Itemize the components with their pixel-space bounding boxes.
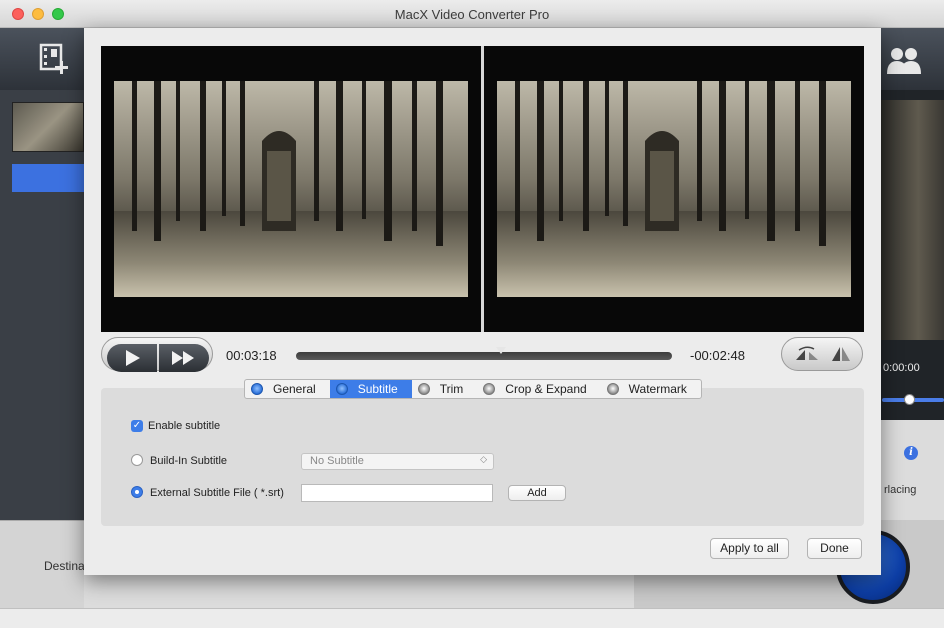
- builtin-subtitle-label: Build-In Subtitle: [150, 455, 228, 467]
- remaining-time: -00:02:48: [690, 348, 745, 363]
- enable-subtitle-checkbox[interactable]: ✓: [131, 420, 143, 432]
- tab-watermark-indicator: [606, 383, 619, 395]
- options-area: [880, 420, 944, 520]
- tab-watermark-label: Watermark: [628, 382, 687, 396]
- tab-watermark[interactable]: Watermark: [601, 380, 701, 398]
- tab-trim[interactable]: Trim: [412, 380, 478, 398]
- tab-crop-expand[interactable]: Crop & Expand: [477, 380, 600, 398]
- external-subtitle-path-input[interactable]: [301, 484, 493, 502]
- preview-video: [880, 100, 944, 340]
- current-time: 00:03:18: [226, 348, 277, 363]
- done-button[interactable]: Done: [807, 538, 862, 559]
- fast-forward-icon: [172, 351, 194, 365]
- tab-crop-expand-label: Crop & Expand: [505, 382, 587, 396]
- output-preview-pane: [484, 46, 864, 332]
- fast-forward-button[interactable]: [159, 344, 209, 372]
- tab-trim-indicator: [417, 383, 430, 395]
- users-icon[interactable]: [884, 46, 924, 76]
- tab-subtitle[interactable]: Subtitle: [329, 380, 412, 398]
- original-preview-pane: [101, 46, 481, 332]
- settings-tabs: General Subtitle Trim Crop & Expand Wate…: [244, 379, 702, 399]
- builtin-subtitle-select-value: No Subtitle: [310, 455, 364, 467]
- deinterlacing-label: rlacing: [884, 484, 917, 496]
- builtin-subtitle-select[interactable]: No Subtitle ◇: [301, 453, 494, 470]
- tab-crop-expand-indicator: [483, 383, 496, 395]
- original-video-frame: [114, 81, 468, 297]
- tab-general-indicator: [251, 383, 263, 395]
- flip-horizontal-button[interactable]: [790, 344, 824, 364]
- video-thumbnail[interactable]: [12, 102, 84, 152]
- play-button[interactable]: [107, 344, 157, 372]
- flip-group: [781, 337, 863, 371]
- video-list-panel: [0, 90, 84, 520]
- add-video-icon[interactable]: [38, 42, 72, 76]
- destination-label: Destina: [44, 559, 85, 573]
- apply-to-all-button[interactable]: Apply to all: [710, 538, 789, 559]
- output-video-frame: [497, 81, 851, 297]
- transport-group: [101, 337, 213, 372]
- volume-slider-knob[interactable]: [904, 394, 915, 405]
- tab-subtitle-label: Subtitle: [357, 382, 398, 396]
- seek-bar[interactable]: [296, 352, 672, 360]
- select-arrows-icon: ◇: [480, 454, 487, 464]
- seek-thumb[interactable]: [496, 347, 506, 354]
- tab-subtitle-indicator: [335, 383, 348, 395]
- status-bar: [0, 608, 944, 628]
- preview-time: 0:00:00: [883, 362, 920, 374]
- window-title: MacX Video Converter Pro: [394, 7, 550, 22]
- tab-trim-label: Trim: [439, 382, 464, 396]
- flip-vertical-icon: [832, 347, 850, 361]
- selected-video-bar[interactable]: [12, 164, 84, 192]
- builtin-subtitle-radio[interactable]: [131, 454, 143, 466]
- flip-vertical-button[interactable]: [824, 344, 858, 364]
- info-icon[interactable]: i: [904, 446, 918, 460]
- tab-general-label: General: [273, 382, 316, 396]
- external-subtitle-radio[interactable]: [131, 486, 143, 498]
- add-subtitle-button[interactable]: Add: [508, 485, 566, 501]
- enable-subtitle-label: Enable subtitle: [148, 420, 221, 432]
- external-subtitle-label: External Subtitle File ( *.srt): [150, 487, 284, 499]
- tab-general[interactable]: General: [245, 380, 330, 398]
- playback-controls: 00:03:18 -00:02:48: [101, 333, 864, 373]
- video-preview: [101, 46, 864, 332]
- edit-dialog: 00:03:18 -00:02:48 General Subtitle Trim…: [84, 28, 881, 575]
- flip-horizontal-icon: [796, 346, 818, 360]
- play-icon: [126, 350, 140, 366]
- window-titlebar: MacX Video Converter Pro: [0, 0, 944, 28]
